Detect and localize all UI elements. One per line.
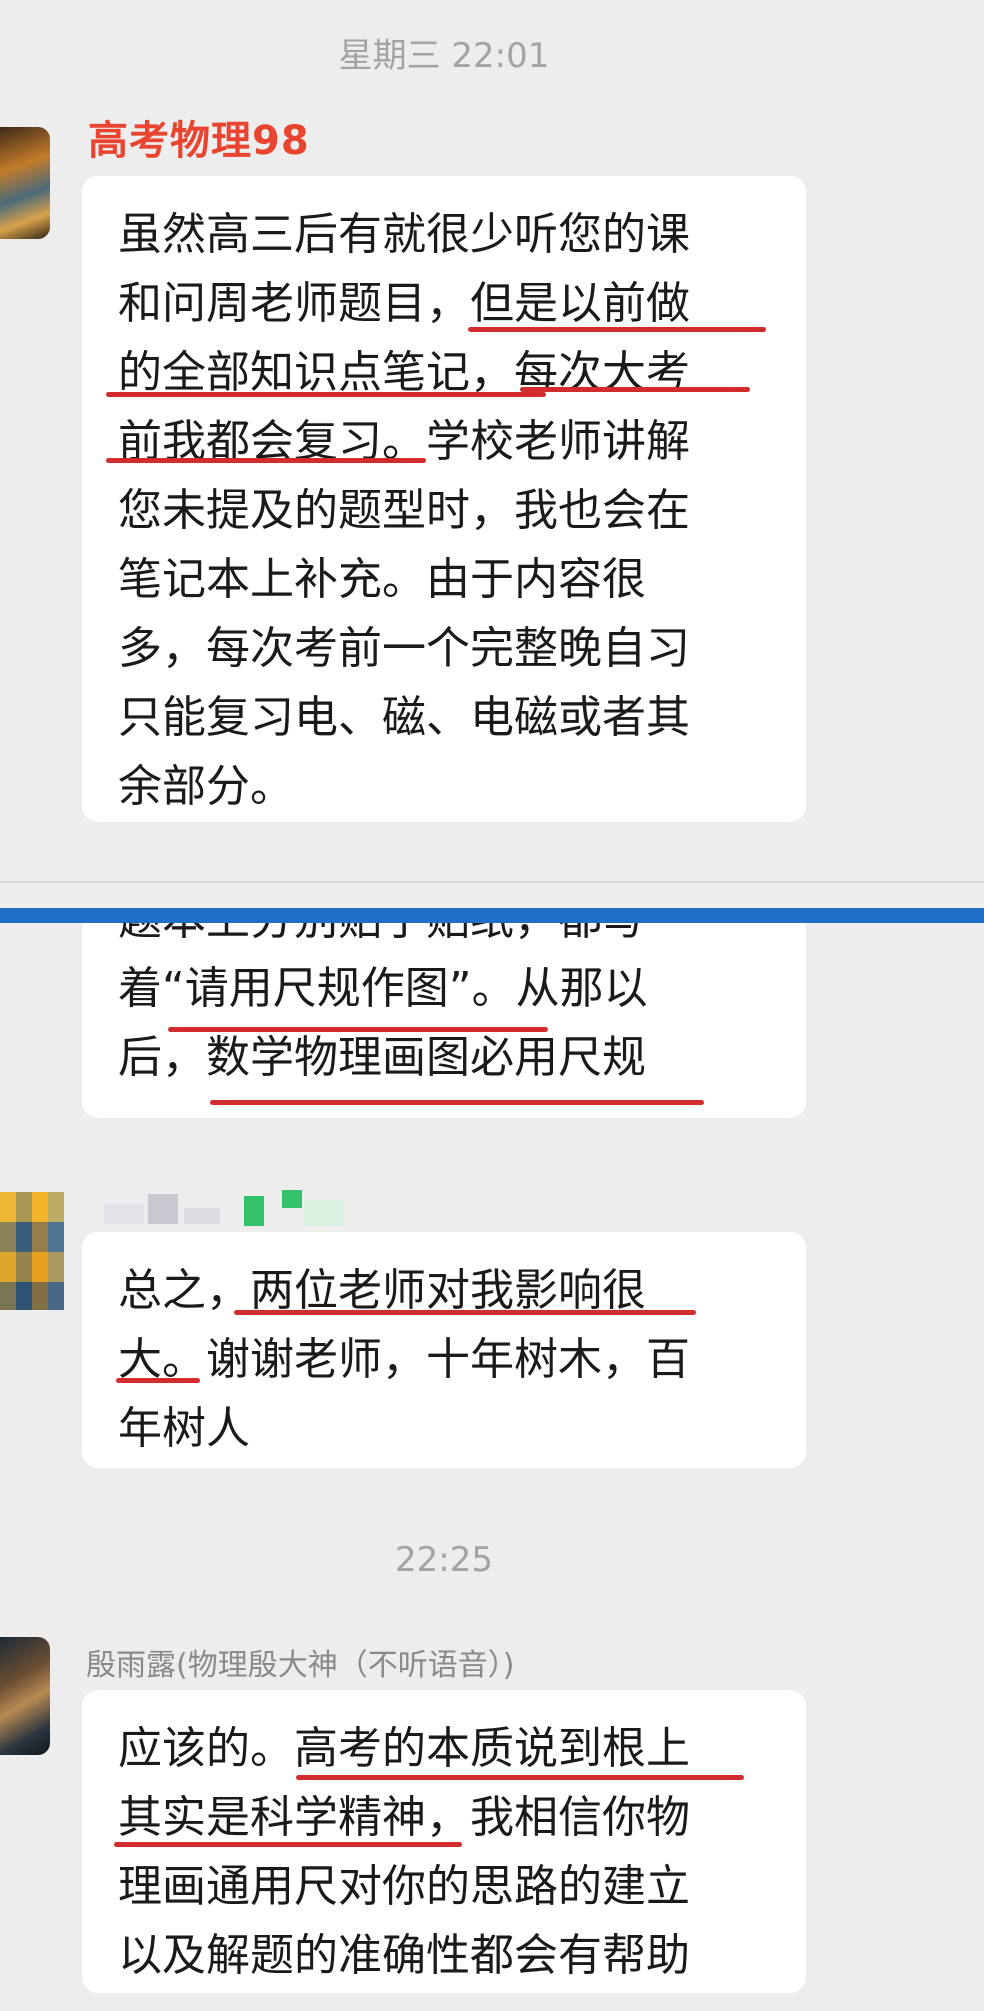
highlight-underline <box>520 387 750 392</box>
blurred-sender-name <box>104 1190 404 1230</box>
timestamp: 星期三 22:01 <box>338 36 550 76</box>
message-text: 题本上分别贴了贴纸，都写 着“请用尺规作图”。从那以 后，数学物理画图必用尺规 <box>118 923 648 1083</box>
message-bubble[interactable]: 虽然高三后有就很少听您的课 和问周老师题目，但是以前做 的全部知识点笔记，每次大… <box>82 176 806 822</box>
highlight-underline <box>210 1100 704 1105</box>
highlight-underline <box>168 1027 548 1032</box>
highlight-underline <box>106 392 546 397</box>
highlight-underline <box>116 1378 200 1383</box>
message-text: 总之，两位老师对我影响很 大。谢谢老师，十年树木，百 年树人 <box>118 1265 690 1454</box>
message-text: 虽然高三后有就很少听您的课 和问周老师题目，但是以前做 的全部知识点笔记，每次大… <box>118 209 690 812</box>
highlight-underline <box>106 458 426 463</box>
highlight-underline <box>468 327 766 332</box>
divider <box>0 881 984 883</box>
message-bubble[interactable]: 题本上分别贴了贴纸，都写 着“请用尺规作图”。从那以 后，数学物理画图必用尺规 <box>82 923 806 1118</box>
message-text: 应该的。高考的本质说到根上 其实是科学精神，我相信你物 理画通用尺对你的思路的建… <box>118 1723 690 1981</box>
timestamp: 22:25 <box>395 1540 493 1580</box>
sender-name: 高考物理98 <box>88 118 310 164</box>
sender-avatar[interactable] <box>0 1637 50 1755</box>
sender-avatar[interactable] <box>0 127 50 239</box>
highlight-underline <box>114 1842 462 1847</box>
highlight-underline <box>296 1775 744 1780</box>
separator-bar <box>0 908 984 923</box>
message-bubble[interactable]: 总之，两位老师对我影响很 大。谢谢老师，十年树木，百 年树人 <box>82 1232 806 1468</box>
blurred-avatar[interactable] <box>0 1192 64 1310</box>
highlight-underline <box>234 1310 696 1315</box>
sender-name: 殷雨露(物理殷大神（不听语音）) <box>86 1648 515 1683</box>
